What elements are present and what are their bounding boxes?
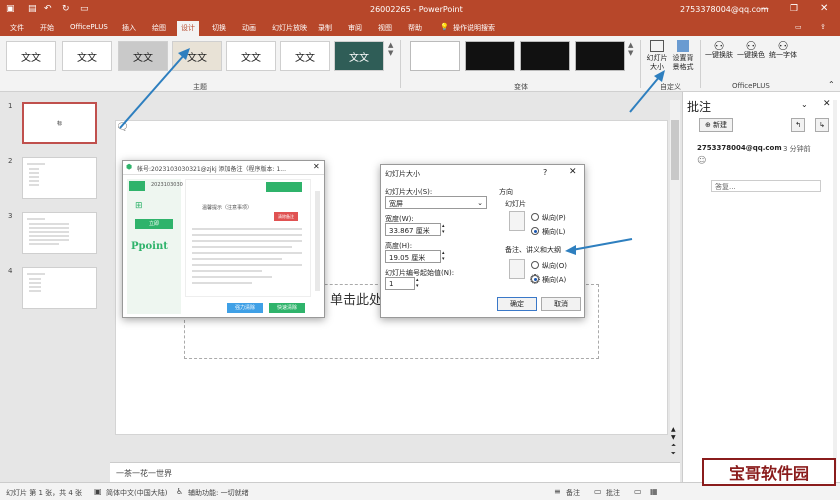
arrowhead <box>178 48 190 60</box>
arrow-to-slide-size <box>629 75 661 113</box>
watermark-text: 宝哥软件园 <box>728 464 809 483</box>
arrow-to-design-tab <box>119 53 186 129</box>
arrowhead <box>565 245 576 255</box>
arrow-to-notes-orientation <box>571 238 633 251</box>
annotation-arrows <box>119 48 665 255</box>
watermark-logo: 宝哥软件园 <box>702 458 836 486</box>
